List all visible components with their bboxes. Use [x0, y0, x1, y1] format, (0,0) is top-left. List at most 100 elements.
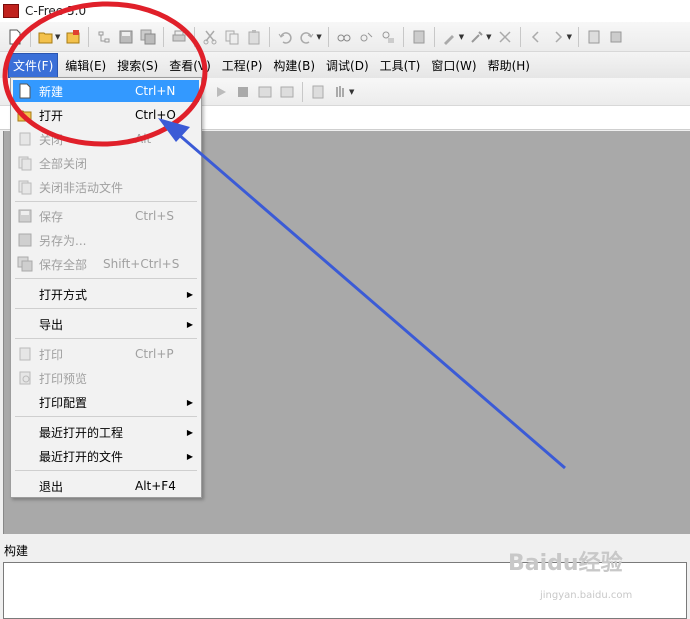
open-project-icon[interactable]	[64, 28, 82, 46]
forward-icon[interactable]	[549, 28, 567, 46]
stop-build-icon[interactable]	[496, 28, 514, 46]
build-icon[interactable]	[441, 28, 459, 46]
chevron-right-icon: ▶	[186, 427, 193, 437]
compile-icon[interactable]	[410, 28, 428, 46]
print-preview-icon	[15, 369, 35, 387]
close-file-icon	[15, 130, 35, 148]
chevron-right-icon: ▶	[186, 451, 193, 461]
breakpoint-icon[interactable]	[309, 83, 327, 101]
menu-tools[interactable]: 工具(T)	[376, 54, 425, 77]
menu-item-close-inactive[interactable]: 关闭非活动文件	[13, 176, 199, 198]
file-menu-dropdown: 新建 Ctrl+N 打开 Ctrl+O 关闭 Alt 全部关闭 关闭非活动文件 …	[10, 77, 202, 498]
toolbar-separator	[30, 26, 31, 47]
menu-edit[interactable]: 编辑(E)	[61, 54, 110, 77]
save-icon[interactable]	[117, 28, 135, 46]
step-into-icon[interactable]	[278, 83, 296, 101]
menu-file[interactable]: 文件(F)	[8, 52, 59, 78]
tree-icon[interactable]	[95, 28, 113, 46]
undo-icon[interactable]	[276, 28, 294, 46]
menu-item-open-with[interactable]: 打开方式 ▶	[13, 283, 199, 305]
back-icon[interactable]	[527, 28, 545, 46]
menu-build[interactable]: 构建(B)	[269, 54, 319, 77]
menu-bar: 文件(F) 编辑(E) 搜索(S) 查看(V) 工程(P) 构建(B) 调试(D…	[0, 52, 690, 78]
menu-separator	[15, 308, 197, 309]
toolbar-separator	[402, 26, 404, 47]
app-logo-icon: C-Free	[3, 4, 19, 18]
menu-debug[interactable]: 调试(D)	[322, 54, 373, 77]
tools-icon[interactable]	[468, 28, 486, 46]
toolbar-separator	[433, 26, 435, 47]
step-icon[interactable]	[256, 83, 274, 101]
paste-icon[interactable]	[245, 28, 263, 46]
run-icon[interactable]	[212, 83, 230, 101]
chevron-down-icon[interactable]: ▼	[459, 33, 464, 41]
toolbar-separator	[88, 26, 90, 47]
toolbar-separator	[163, 26, 165, 47]
close-all-icon	[15, 154, 35, 172]
chevron-down-icon[interactable]: ▼	[567, 33, 572, 41]
menu-item-recent-projects[interactable]: 最近打开的工程 ▶	[13, 421, 199, 443]
main-toolbar: ▼ ▼ ▼ ▼ ▼	[0, 22, 690, 52]
stop-icon[interactable]	[234, 83, 252, 101]
menu-item-save-all[interactable]: 保存全部 Shift+Ctrl+S	[13, 253, 199, 275]
menu-item-print-config[interactable]: 打印配置 ▶	[13, 391, 199, 413]
find-icon[interactable]	[335, 28, 353, 46]
toolbar-separator	[519, 26, 521, 47]
menu-separator	[15, 338, 197, 339]
menu-window[interactable]: 窗口(W)	[427, 54, 480, 77]
save-icon	[15, 207, 35, 225]
print-icon[interactable]	[170, 28, 188, 46]
find-next-icon[interactable]	[357, 28, 375, 46]
save-all-icon[interactable]	[139, 28, 157, 46]
menu-project[interactable]: 工程(P)	[218, 54, 267, 77]
menu-item-close-all[interactable]: 全部关闭	[13, 152, 199, 174]
menu-item-close[interactable]: 关闭 Alt	[13, 128, 199, 150]
menu-search[interactable]: 搜索(S)	[113, 54, 162, 77]
menu-view[interactable]: 查看(V)	[165, 54, 215, 77]
menu-item-open[interactable]: 打开 Ctrl+O	[13, 104, 199, 126]
save-all-icon	[15, 255, 35, 273]
menu-item-print[interactable]: 打印 Ctrl+P	[13, 343, 199, 365]
chevron-right-icon: ▶	[186, 289, 193, 299]
menu-item-recent-files[interactable]: 最近打开的文件 ▶	[13, 445, 199, 467]
watermark-url: jingyan.baidu.com	[540, 590, 633, 601]
print-icon	[15, 345, 35, 363]
copy-icon[interactable]	[223, 28, 241, 46]
open-folder-icon[interactable]	[37, 28, 55, 46]
menu-help[interactable]: 帮助(H)	[484, 54, 534, 77]
menu-item-save[interactable]: 保存 Ctrl+S	[13, 205, 199, 227]
toolbar-separator	[327, 26, 329, 47]
menu-item-exit[interactable]: 退出 Alt+F4	[13, 475, 199, 497]
menu-separator	[15, 201, 197, 202]
close-inactive-icon	[15, 178, 35, 196]
chevron-right-icon: ▶	[186, 397, 193, 407]
menu-separator	[15, 470, 197, 471]
new-file-icon	[15, 82, 35, 100]
save-as-icon	[15, 231, 35, 249]
replace-icon[interactable]	[379, 28, 397, 46]
toolbar-separator	[194, 26, 196, 47]
options-icon[interactable]	[607, 28, 625, 46]
watch-icon[interactable]	[331, 83, 349, 101]
chevron-down-icon[interactable]: ▼	[55, 33, 60, 41]
menu-item-save-as[interactable]: 另存为...	[13, 229, 199, 251]
chevron-down-icon[interactable]: ▼	[486, 33, 491, 41]
bookmark-icon[interactable]	[585, 28, 603, 46]
menu-item-print-preview[interactable]: 打印预览	[13, 367, 199, 389]
menu-separator	[15, 278, 197, 279]
open-folder-icon	[15, 106, 35, 124]
menu-separator	[15, 416, 197, 417]
chevron-down-icon[interactable]: ▼	[316, 33, 321, 41]
chevron-right-icon: ▶	[186, 319, 193, 329]
menu-item-export[interactable]: 导出 ▶	[13, 313, 199, 335]
redo-icon[interactable]	[298, 28, 316, 46]
menu-item-new[interactable]: 新建 Ctrl+N	[13, 80, 199, 102]
toolbar-separator	[269, 26, 271, 47]
new-file-icon[interactable]	[6, 28, 24, 46]
cut-icon[interactable]	[201, 28, 219, 46]
title-bar: C-Free C-Free 5.0	[0, 0, 690, 22]
toolbar-separator	[577, 26, 579, 47]
chevron-down-icon[interactable]: ▼	[349, 88, 354, 96]
build-panel-title: 构建	[4, 544, 29, 558]
window-title: C-Free 5.0	[25, 4, 87, 18]
